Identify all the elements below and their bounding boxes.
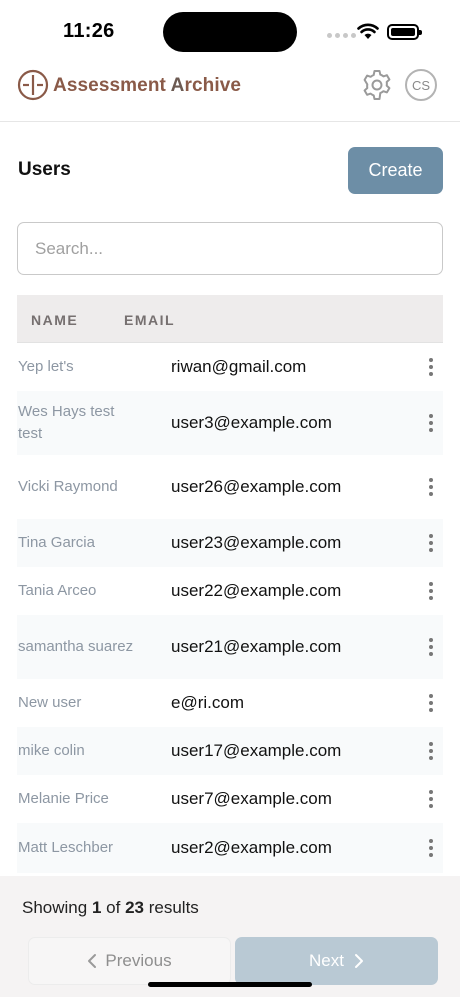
user-email: user2@example.com <box>171 838 332 857</box>
cellular-signal-icon <box>327 33 356 38</box>
app-header: Assessment Archive CS <box>0 62 460 122</box>
user-name: Melanie Price <box>18 790 109 807</box>
user-name: Tania Arceo <box>18 582 97 599</box>
user-name: Matt Leschber <box>18 839 114 856</box>
table-row[interactable]: mike colin user17@example.com <box>17 727 443 775</box>
table-row[interactable]: samantha suarez user21@example.com <box>17 615 443 679</box>
user-email: user23@example.com <box>171 533 342 552</box>
more-vertical-icon[interactable] <box>423 411 439 435</box>
chevron-right-icon <box>354 954 363 968</box>
more-vertical-icon[interactable] <box>423 355 439 379</box>
table-row[interactable]: Matt Leschber user2@example.com <box>17 823 443 873</box>
user-email: riwan@gmail.com <box>171 357 307 376</box>
app-title: Assessment Archive <box>53 75 242 96</box>
previous-button[interactable]: Previous <box>28 937 231 985</box>
more-vertical-icon[interactable] <box>423 739 439 763</box>
user-email: user26@example.com <box>171 477 342 496</box>
avatar[interactable]: CS <box>405 69 437 101</box>
battery-icon <box>387 24 422 40</box>
user-name: mike colin <box>18 742 85 759</box>
gear-icon[interactable] <box>359 67 395 103</box>
column-header-email[interactable]: EMAIL <box>124 312 175 328</box>
results-summary: Showing 1 of 23 results <box>22 898 199 917</box>
more-vertical-icon[interactable] <box>423 787 439 811</box>
search-box <box>17 222 443 275</box>
user-email: e@ri.com <box>171 693 244 712</box>
user-name: Wes Hays test test <box>18 403 115 442</box>
status-bar: 11:26 <box>0 0 460 62</box>
table-row[interactable]: Yep let's riwan@gmail.com <box>17 343 443 391</box>
more-vertical-icon[interactable] <box>423 836 439 860</box>
table-row[interactable]: Wes Hays test test user3@example.com <box>17 391 443 455</box>
more-vertical-icon[interactable] <box>423 635 439 659</box>
status-time: 11:26 <box>63 20 115 42</box>
user-email: user22@example.com <box>171 581 342 600</box>
users-table: NAME EMAIL Yep let's riwan@gmail.com Wes… <box>17 295 443 873</box>
user-name: samantha suarez <box>18 638 134 655</box>
wifi-icon <box>357 23 379 39</box>
search-input[interactable] <box>18 223 442 274</box>
table-row[interactable]: Vicki Raymond user26@example.com <box>17 455 443 519</box>
user-name: Vicki Raymond <box>18 478 118 495</box>
table-row[interactable]: Tina Garcia user23@example.com <box>17 519 443 567</box>
user-email: user7@example.com <box>171 789 332 808</box>
column-header-name[interactable]: NAME <box>31 312 78 328</box>
previous-label: Previous <box>105 951 172 970</box>
dynamic-island <box>163 12 297 52</box>
next-label: Next <box>309 951 344 970</box>
more-vertical-icon[interactable] <box>423 531 439 555</box>
next-button[interactable]: Next <box>235 937 438 985</box>
table-row[interactable]: Tania Arceo user22@example.com <box>17 567 443 615</box>
user-email: user21@example.com <box>171 637 342 656</box>
user-email: user3@example.com <box>171 413 332 432</box>
table-header: NAME EMAIL <box>17 295 443 343</box>
pagination-footer: Showing 1 of 23 results Previous Next <box>0 876 460 997</box>
table-row[interactable]: New user e@ri.com <box>17 679 443 727</box>
chevron-left-icon <box>88 954 97 968</box>
more-vertical-icon[interactable] <box>423 691 439 715</box>
more-vertical-icon[interactable] <box>423 579 439 603</box>
user-name: Yep let's <box>18 358 74 375</box>
home-indicator <box>148 982 312 987</box>
table-row[interactable]: Melanie Price user7@example.com <box>17 775 443 823</box>
scale-icon <box>17 69 49 101</box>
user-name: New user <box>18 694 82 711</box>
user-email: user17@example.com <box>171 741 342 760</box>
page-title: Users <box>18 159 71 180</box>
more-vertical-icon[interactable] <box>423 475 439 499</box>
table-body: Yep let's riwan@gmail.com Wes Hays test … <box>17 343 443 873</box>
create-button[interactable]: Create <box>348 147 443 194</box>
user-name: Tina Garcia <box>18 534 95 551</box>
